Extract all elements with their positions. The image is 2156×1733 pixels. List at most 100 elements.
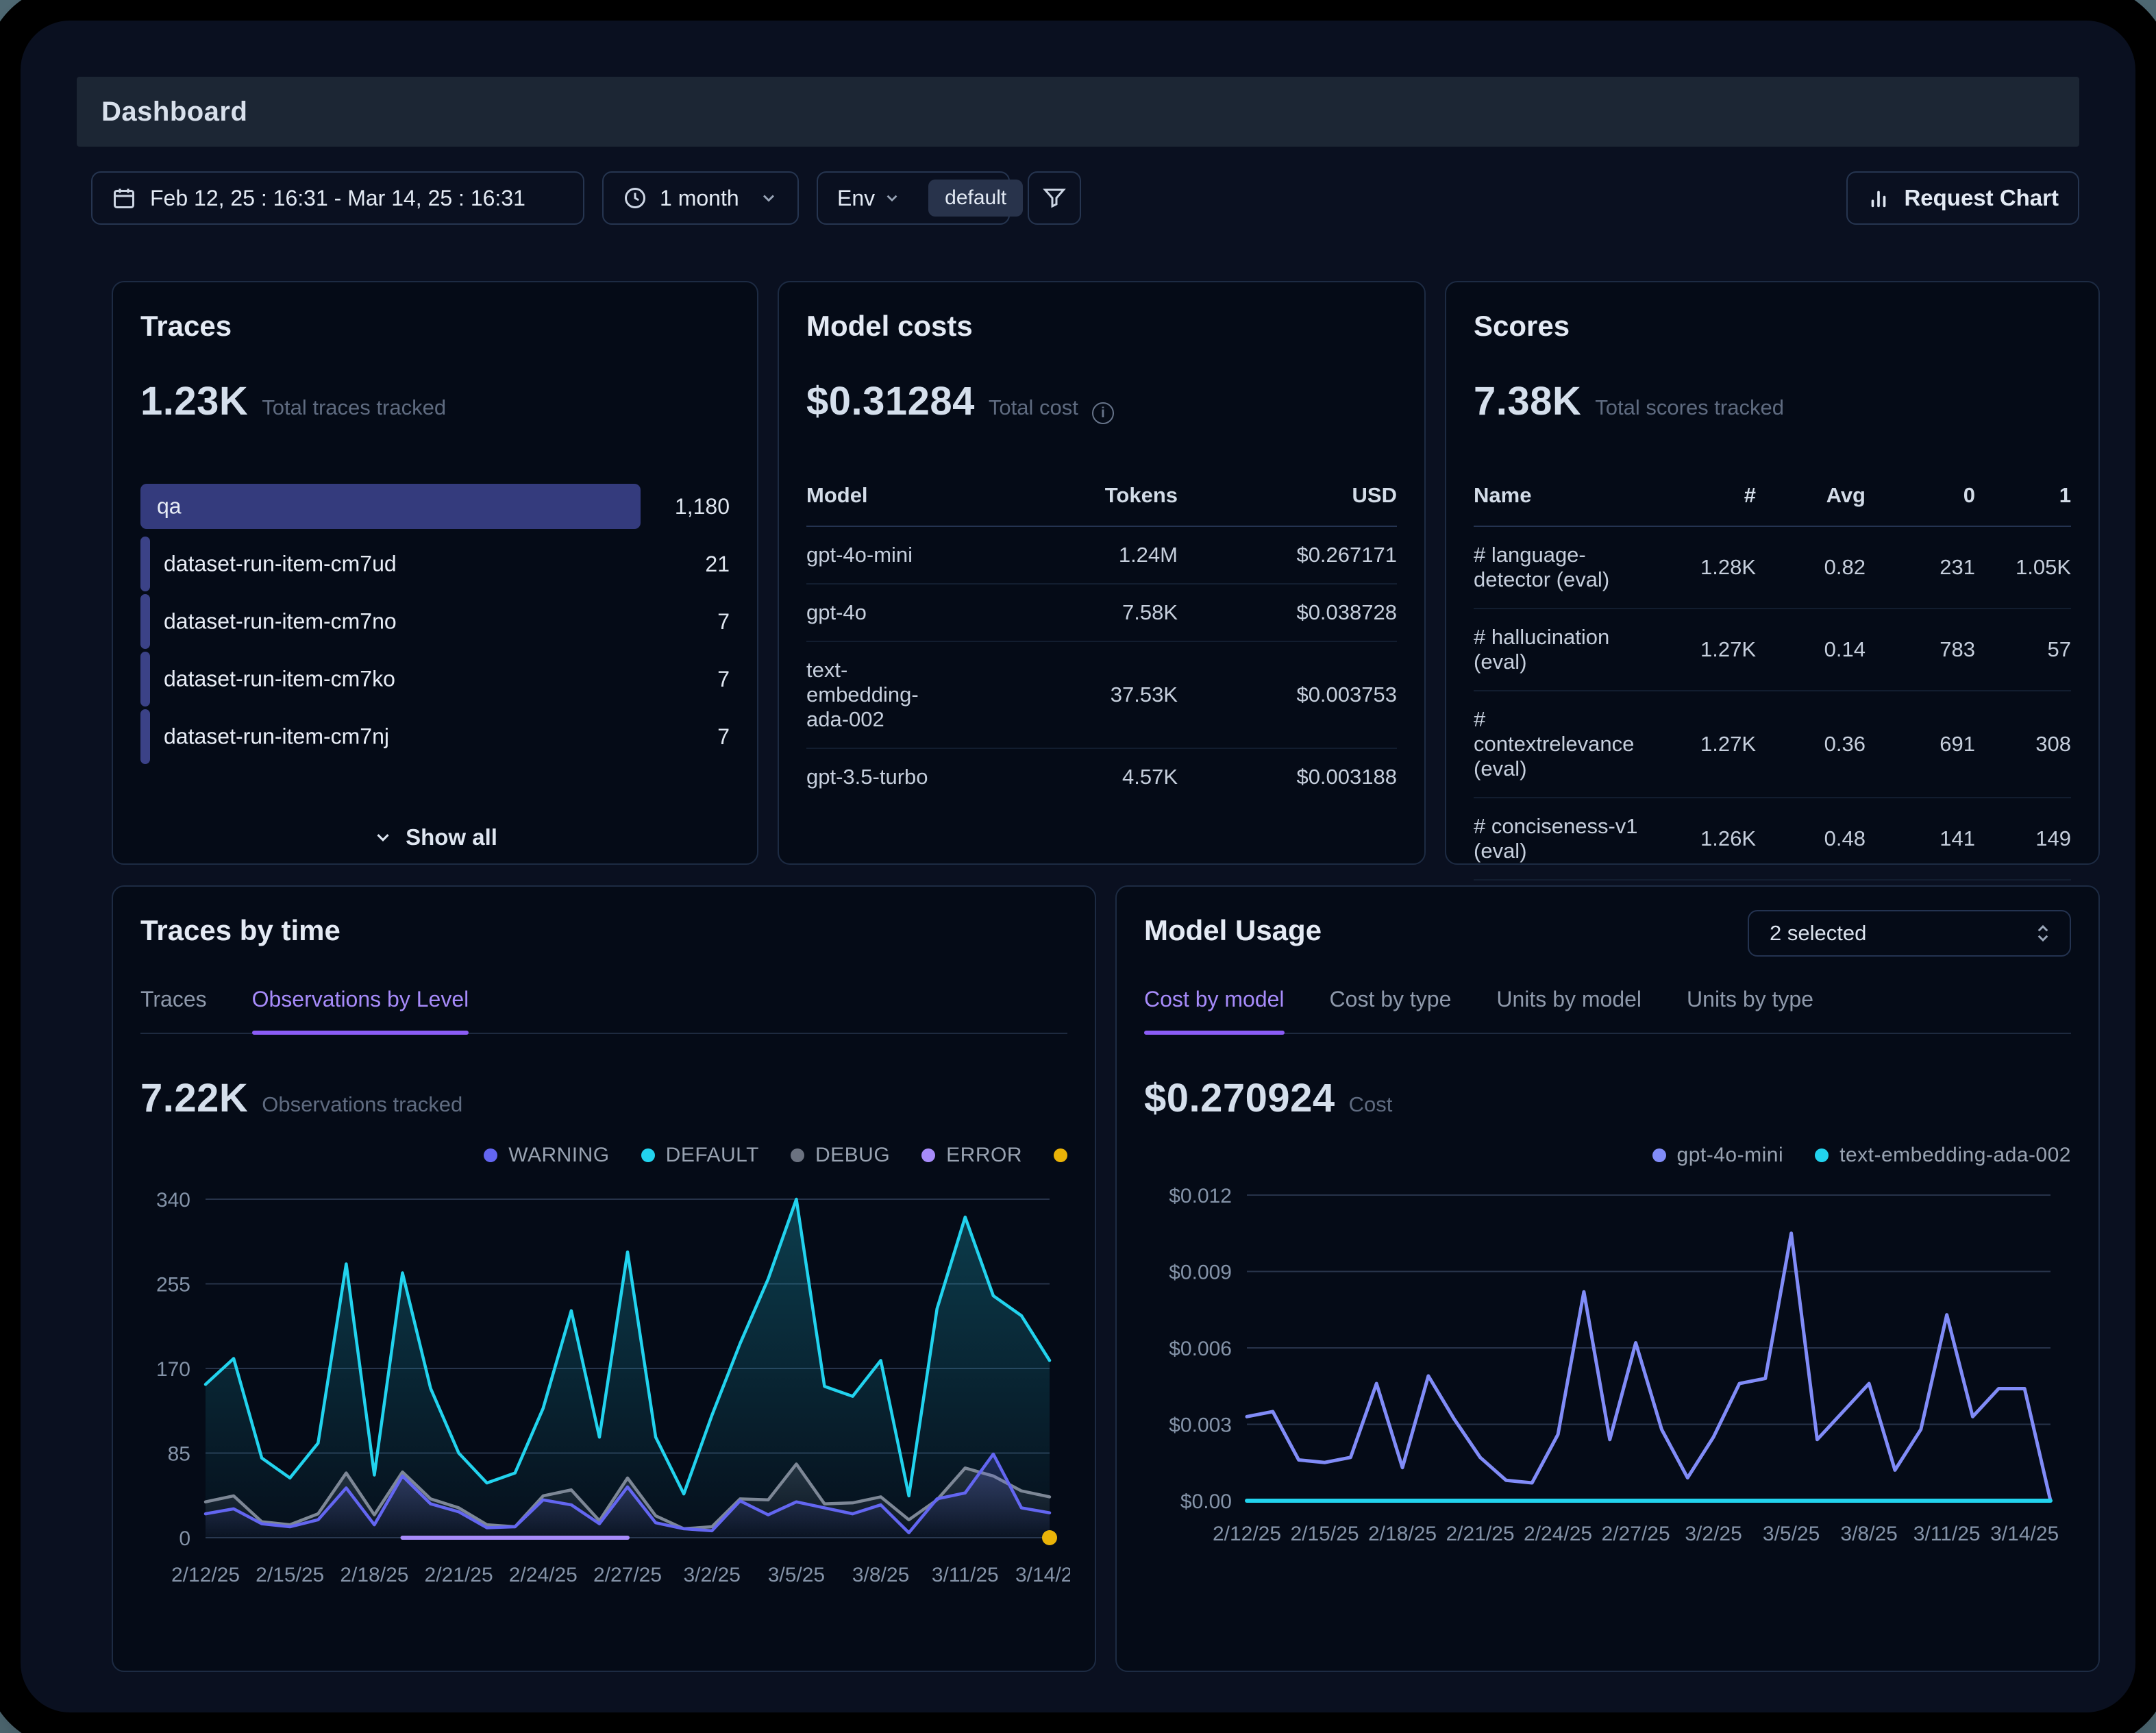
model-tokens: 1.24M [958,543,1178,567]
score-avg: 0.82 [1756,555,1866,580]
model-name: gpt-3.5-turbo [806,765,958,789]
traces-card-title: Traces [140,310,730,343]
score-zero: 141 [1866,826,1975,851]
svg-text:2/18/25: 2/18/25 [340,1564,408,1586]
request-chart-button[interactable]: Request Chart [1846,171,2079,225]
env-value-badge: default [928,180,1023,217]
table-row: # hallucination (eval)1.27K0.1478357 [1474,609,2071,691]
score-zero: 783 [1866,637,1975,662]
legend-dot [921,1148,935,1162]
legend-item: text-embedding-ada-002 [1815,1144,2071,1167]
score-zero: 691 [1866,732,1975,757]
date-range-value: Feb 12, 25 : 16:31 - Mar 14, 25 : 16:31 [150,186,525,211]
chevrons-up-down-icon [2033,923,2053,944]
legend-item: DEFAULT [641,1144,759,1167]
traces-by-time-tab[interactable]: Traces [140,987,207,1033]
trace-bar [140,594,150,649]
funnel-icon [1042,186,1067,210]
model-usage-tab[interactable]: Cost by model [1144,987,1285,1033]
legend-dot [484,1148,497,1162]
traces-show-all-button[interactable]: Show all [140,824,730,850]
interval-select[interactable]: 1 month [602,171,799,225]
cost-chart-svg[interactable]: $0.00$0.003$0.006$0.009$0.0122/12/252/15… [1144,1180,2074,1550]
legend-label: text-embedding-ada-002 [1839,1144,2071,1167]
trace-name: qa [157,494,182,519]
model-select-value: 2 selected [1770,921,1866,946]
cost-metric: $0.270924 [1144,1075,1335,1121]
model-usage-tab[interactable]: Units by type [1687,987,1813,1033]
svg-text:3/8/25: 3/8/25 [1840,1523,1897,1545]
svg-text:3/14/25: 3/14/25 [1015,1564,1070,1586]
scores-metric: 7.38K [1474,378,1581,424]
svg-text:2/12/25: 2/12/25 [1213,1523,1281,1545]
trace-bar [140,484,641,529]
score-name: # hallucination (eval) [1474,625,1639,674]
table-row: gpt-3.5-turbo4.57K$0.003188 [806,749,1397,805]
svg-text:3/5/25: 3/5/25 [768,1564,825,1586]
info-icon[interactable]: i [1092,402,1114,424]
svg-text:3/11/25: 3/11/25 [1913,1523,1981,1545]
trace-bar-row[interactable]: dataset-run-item-cm7ko7 [140,650,730,708]
model-costs-metric: $0.31284 [806,378,975,424]
svg-text:3/2/25: 3/2/25 [1685,1523,1742,1545]
score-count: 1.27K [1639,637,1756,662]
request-chart-label: Request Chart [1904,185,2059,211]
date-range-picker[interactable]: Feb 12, 25 : 16:31 - Mar 14, 25 : 16:31 [91,171,584,225]
legend-dot [1815,1148,1829,1162]
svg-text:2/24/25: 2/24/25 [1524,1523,1592,1545]
model-select[interactable]: 2 selected [1748,910,2071,957]
legend-label: WARNING [508,1144,609,1167]
svg-text:3/8/25: 3/8/25 [852,1564,909,1586]
traces-by-time-title: Traces by time [140,914,1067,947]
svg-text:2/21/25: 2/21/25 [1446,1523,1515,1545]
model-costs-title: Model costs [806,310,1397,343]
clock-icon [623,186,647,210]
svg-text:3/11/25: 3/11/25 [932,1564,999,1586]
env-label: Env [837,186,875,211]
score-one: 57 [1975,637,2071,662]
svg-text:$0.00: $0.00 [1180,1490,1232,1513]
chevron-down-icon [373,827,393,848]
svg-text:3/14/25: 3/14/25 [1990,1523,2059,1545]
trace-bar-row[interactable]: dataset-run-item-cm7nj7 [140,708,730,765]
model-usage-card: Model Usage 2 selected Cost by modelCost… [1115,885,2100,1672]
svg-text:0: 0 [179,1527,190,1550]
svg-text:2/21/25: 2/21/25 [425,1564,493,1586]
col-zero: 0 [1866,483,1975,508]
score-count: 1.26K [1639,826,1756,851]
model-usage-tab[interactable]: Units by model [1496,987,1641,1033]
trace-bar-row[interactable]: dataset-run-item-cm7no7 [140,593,730,650]
svg-text:2/18/25: 2/18/25 [1368,1523,1437,1545]
filter-button[interactable] [1028,171,1081,225]
legend-label: DEBUG [815,1144,890,1167]
score-name: # contextrelevance (eval) [1474,707,1639,781]
table-row: # contextrelevance (eval)1.27K0.36691308 [1474,691,2071,798]
trace-bar-row[interactable]: qa1,180 [140,478,730,535]
trace-bar-row[interactable]: dataset-run-item-cm7ud21 [140,535,730,593]
model-name: gpt-4o [806,600,958,625]
env-select[interactable]: Env default [817,171,1010,225]
svg-text:$0.012: $0.012 [1169,1185,1232,1207]
observations-chart: 0851702553402/12/252/15/252/18/252/21/25… [140,1180,1067,1595]
svg-text:$0.003: $0.003 [1169,1414,1232,1437]
chevron-down-icon [883,189,901,207]
observations-chart-svg[interactable]: 0851702553402/12/252/15/252/18/252/21/25… [140,1180,1070,1591]
model-usd: $0.267171 [1178,543,1397,567]
svg-text:$0.009: $0.009 [1169,1262,1232,1284]
page-header: Dashboard [77,77,2079,147]
model-usage-tab[interactable]: Cost by type [1330,987,1452,1033]
svg-text:2/27/25: 2/27/25 [1602,1523,1670,1545]
traces-by-time-tab[interactable]: Observations by Level [252,987,469,1033]
legend-item [1054,1148,1067,1162]
observations-legend: WARNINGDEFAULTDEBUGERROR [140,1142,1067,1169]
model-usage-tabs: Cost by model Cost by type Units by model U… [1144,987,2071,1034]
model-costs-card: Model costs $0.31284 Total cost i Model … [778,281,1426,865]
trace-name: dataset-run-item-cm7nj [164,724,389,750]
trace-bar-zone: dataset-run-item-cm7nj [140,708,641,765]
col-count: # [1639,483,1756,508]
trace-name: dataset-run-item-cm7ko [164,667,395,692]
legend-dot [1054,1148,1067,1162]
traces-show-all-label: Show all [406,824,497,850]
trace-bar [140,709,150,764]
score-avg: 0.14 [1756,637,1866,662]
